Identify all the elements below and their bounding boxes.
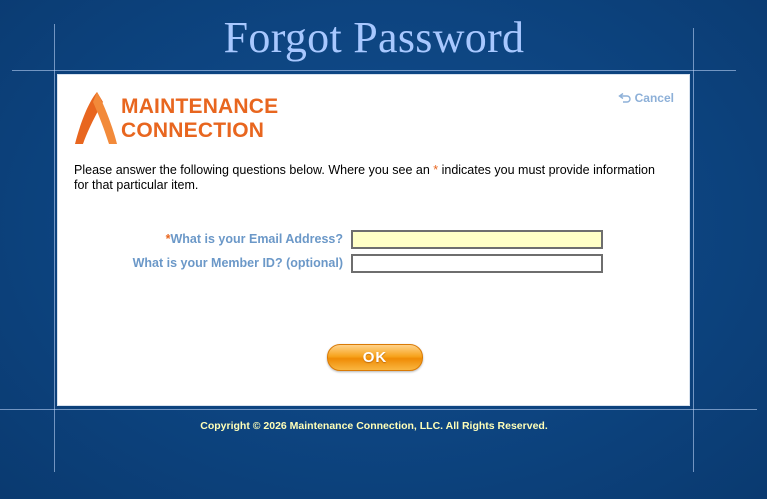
email-field[interactable] — [351, 230, 603, 249]
member-id-label: What is your Member ID? (optional) — [132, 256, 343, 270]
copyright-text: Copyright © 2026 Maintenance Connection,… — [200, 420, 548, 432]
company-logo: MAINTENANCE CONNECTION — [73, 90, 278, 146]
logo-text-connection: CONNECTION — [121, 119, 265, 142]
forgot-password-panel: MAINTENANCE CONNECTION Cancel Please ans… — [57, 74, 690, 406]
guide-line-right — [693, 28, 694, 472]
guide-line-bottom — [0, 409, 757, 410]
undo-arrow-icon — [617, 93, 631, 103]
cancel-label: Cancel — [634, 91, 674, 105]
email-label-text: What is your Email Address? — [170, 232, 344, 246]
instructions-before: Please answer the following questions be… — [74, 163, 434, 177]
email-row: *What is your Email Address? — [58, 230, 691, 250]
ok-button[interactable]: OK — [327, 344, 423, 371]
logo-text-maintenance: MAINTENANCE — [121, 95, 279, 118]
cancel-link[interactable]: Cancel — [617, 91, 674, 105]
guide-line-left — [54, 24, 55, 472]
instructions-text: Please answer the following questions be… — [74, 163, 664, 193]
guide-line-top — [12, 70, 736, 71]
logo-mark-icon — [75, 92, 117, 144]
member-id-row: What is your Member ID? (optional) — [58, 254, 691, 274]
member-id-field[interactable] — [351, 254, 603, 273]
email-label: *What is your Email Address? — [166, 232, 343, 246]
page-title: Forgot Password — [223, 13, 525, 62]
